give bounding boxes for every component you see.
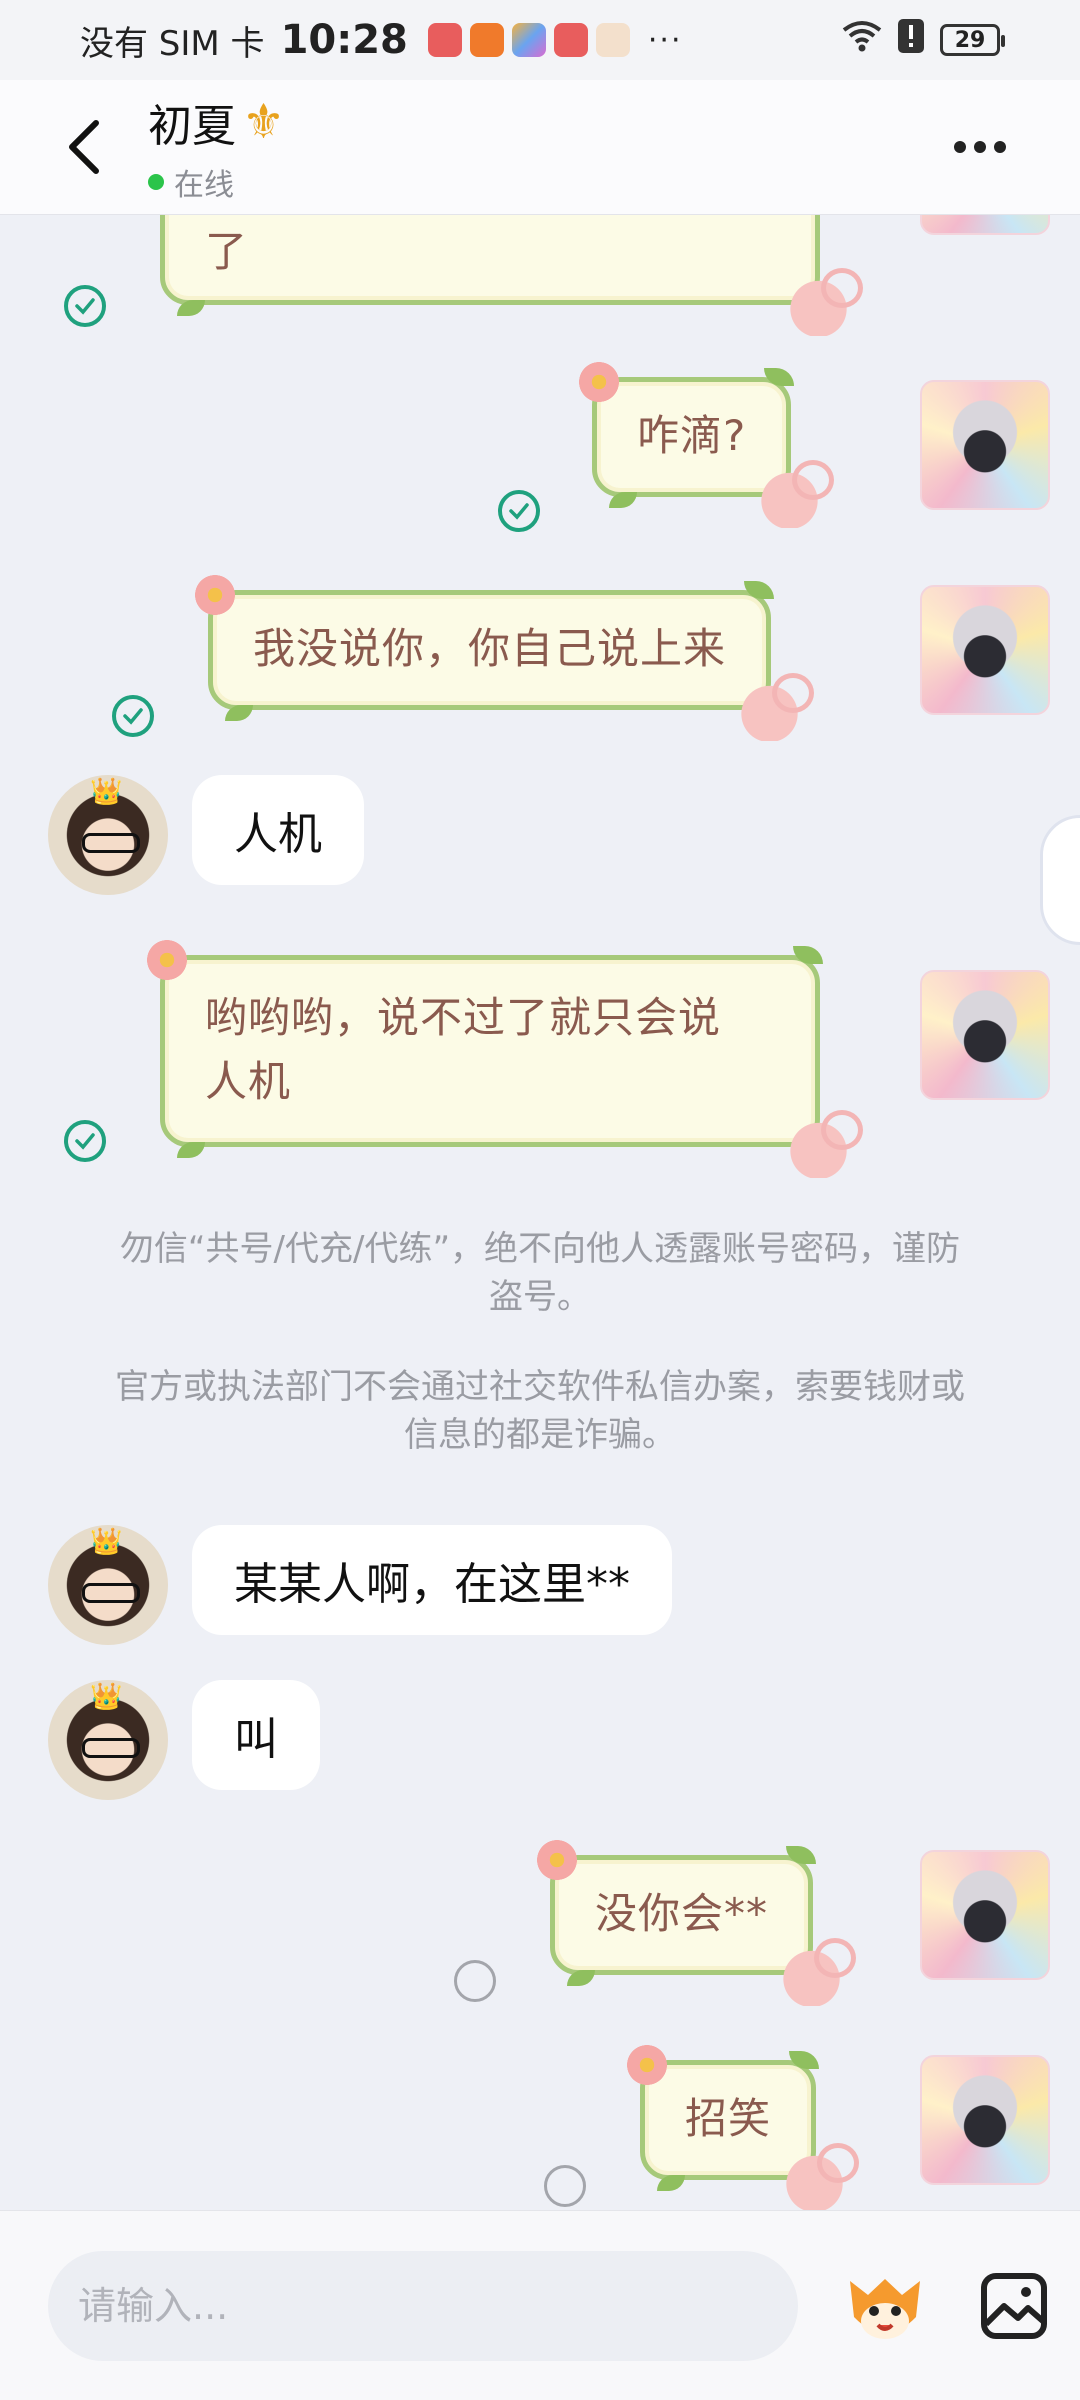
leaf-decoration-icon — [657, 2175, 685, 2191]
my-avatar[interactable] — [920, 585, 1050, 715]
dot-icon — [954, 141, 966, 153]
app-notification-icon — [511, 23, 546, 57]
app-notification-icon — [427, 23, 462, 57]
flower-decoration-icon — [147, 940, 187, 980]
read-check-icon — [498, 490, 540, 532]
more-options-button[interactable] — [940, 117, 1020, 177]
battery-indicator: 29 — [940, 24, 1005, 56]
message-bubble-sent[interactable]: 没你会** — [537, 1840, 857, 2006]
read-check-icon — [112, 695, 154, 737]
message-input[interactable] — [48, 2250, 798, 2361]
contact-name: 初夏 — [148, 101, 236, 152]
status-bar: 没有 SIM 卡 10:28 ··· 29 — [0, 0, 1080, 80]
message-text: 叫 — [234, 1714, 278, 1765]
floating-side-widget[interactable] — [1040, 815, 1080, 945]
wifi-icon — [842, 20, 882, 61]
online-status: 在线 — [148, 160, 285, 204]
flower-decoration-icon — [537, 1840, 577, 1880]
message-text: 招笑 — [685, 2094, 772, 2143]
leaf-decoration-icon — [609, 492, 637, 508]
leaf-decoration-icon — [793, 946, 823, 964]
message-text: 咋滴? — [637, 411, 747, 460]
contact-title-block[interactable]: 初夏 ⚜ 在线 — [148, 90, 285, 204]
my-avatar[interactable] — [920, 380, 1050, 510]
fraud-notice: 官方或执法部门不会通过社交软件私信办案，索要钱财或 信息的都是诈骗。 — [80, 1363, 1000, 1459]
leaf-decoration-icon — [177, 300, 205, 316]
message-text-line: 哟哟哟，说不过了就只会说 — [205, 993, 722, 1042]
my-avatar[interactable] — [920, 1850, 1050, 1980]
notice-text: 盗号。 — [489, 1277, 591, 1317]
notification-icons — [427, 23, 630, 57]
dot-icon — [974, 141, 986, 153]
teapot-decoration-icon — [787, 268, 863, 336]
leaf-decoration-icon — [744, 581, 775, 599]
read-check-icon — [64, 285, 106, 327]
message-text-line: 人机 — [205, 1057, 292, 1106]
unread-circle-icon — [454, 1960, 496, 2002]
message-bubble-sent[interactable]: 哟哟哟，说不过了就只会说 人机 — [147, 940, 863, 1178]
message-text: 人机 — [234, 809, 322, 860]
online-status-text: 在线 — [174, 168, 234, 203]
chevron-left-icon — [69, 120, 99, 174]
message-bubble-sent[interactable]: 咋滴? — [579, 362, 835, 528]
teapot-decoration-icon — [787, 1110, 863, 1178]
message-bubble-received[interactable]: 某某人啊，在这里** — [192, 1525, 672, 1635]
leaf-decoration-icon — [567, 1970, 595, 1986]
contact-avatar[interactable] — [48, 1680, 168, 1800]
emoji-mascot-button[interactable] — [840, 2261, 930, 2351]
leaf-decoration-icon — [225, 705, 253, 721]
message-text: 某某人啊，在这里** — [234, 1559, 630, 1610]
message-text: 没你会** — [595, 1889, 769, 1938]
input-bar — [0, 2210, 1080, 2400]
my-avatar[interactable] — [920, 2055, 1050, 2185]
contact-avatar[interactable] — [48, 1525, 168, 1645]
chat-header: 初夏 ⚜ 在线 — [0, 80, 1080, 215]
my-avatar[interactable] — [920, 215, 1050, 235]
app-notification-icon — [469, 23, 504, 57]
clock-text: 10:28 — [280, 17, 408, 63]
message-bubble-received[interactable]: 人机 — [192, 775, 364, 885]
teapot-decoration-icon — [780, 1938, 857, 2006]
contact-name-row: 初夏 ⚜ — [148, 90, 285, 154]
message-bubble-sent[interactable]: 招笑 — [627, 2045, 860, 2210]
notice-text: 官方或执法部门不会通过社交软件私信办案，索要钱财或 — [115, 1367, 965, 1407]
flower-decoration-icon — [579, 362, 619, 402]
more-notifications-icon: ··· — [647, 22, 683, 58]
flower-decoration-icon — [627, 2045, 667, 2085]
back-button[interactable] — [44, 107, 124, 187]
status-right: 29 — [842, 18, 1005, 62]
teapot-decoration-icon — [783, 2143, 860, 2210]
flower-decoration-icon — [195, 575, 235, 615]
message-bubble-sent[interactable]: 了 — [160, 215, 863, 336]
message-bubble-sent[interactable]: 我没说你，你自己说上来 — [195, 575, 815, 741]
leaf-decoration-icon — [789, 2051, 820, 2069]
message-text: 我没说你，你自己说上来 — [253, 624, 727, 673]
dot-icon — [994, 141, 1006, 153]
image-icon — [981, 2272, 1047, 2339]
leaf-decoration-icon — [177, 1142, 205, 1158]
leaf-decoration-icon — [764, 368, 795, 386]
fleur-de-lis-icon: ⚜ — [242, 94, 286, 150]
status-left: 没有 SIM 卡 10:28 ··· — [80, 16, 683, 65]
alert-icon — [898, 18, 924, 62]
my-avatar[interactable] — [920, 970, 1050, 1100]
chat-messages[interactable]: 了 咋滴? 我没说你，你自己说上来 人机 哟哟哟，说不过了就只会 — [0, 215, 1080, 2210]
notice-text: 勿信“共号/代充/代练”，绝不向他人透露账号密码，谨防 — [119, 1229, 961, 1269]
contact-avatar[interactable] — [48, 775, 168, 895]
fox-mascot-icon — [850, 2278, 920, 2339]
notice-text: 信息的都是诈骗。 — [404, 1415, 676, 1455]
image-picker-button[interactable] — [978, 2270, 1050, 2342]
leaf-decoration-icon — [786, 1846, 817, 1864]
security-notice: 勿信“共号/代充/代练”，绝不向他人透露账号密码，谨防 盗号。 — [80, 1225, 1000, 1321]
app-notification-icon — [553, 23, 588, 57]
teapot-decoration-icon — [758, 460, 835, 528]
read-check-icon — [64, 1120, 106, 1162]
unread-circle-icon — [544, 2165, 586, 2207]
teapot-decoration-icon — [738, 673, 815, 741]
app-notification-icon — [595, 23, 630, 57]
message-text: 了 — [205, 227, 249, 276]
message-bubble-received[interactable]: 叫 — [192, 1680, 320, 1790]
carrier-text: 没有 SIM 卡 — [80, 23, 265, 64]
online-dot-icon — [148, 174, 164, 190]
